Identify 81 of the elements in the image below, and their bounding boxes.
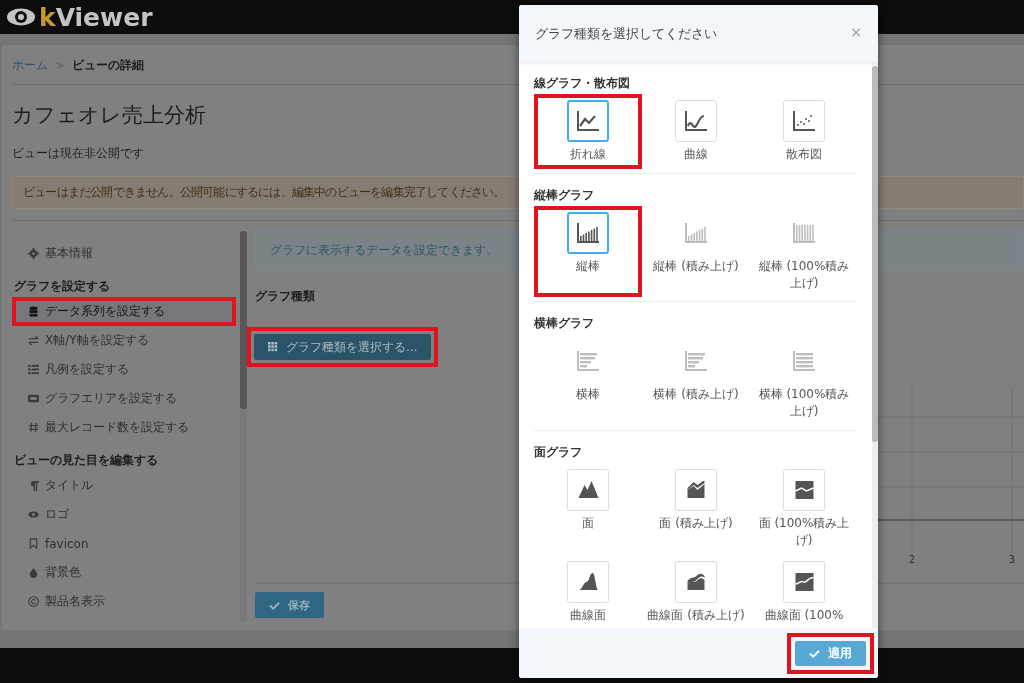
sidebar-item-label: 最大レコード数を設定する bbox=[45, 419, 189, 436]
app-logo: kViewer bbox=[39, 4, 153, 30]
hash-icon bbox=[28, 422, 39, 433]
drop-icon bbox=[28, 567, 39, 578]
breadcrumb-current: ビューの詳細 bbox=[72, 57, 145, 74]
sidebar-item[interactable]: データ系列を設定する bbox=[16, 301, 232, 322]
chart-type-label: 面 (積み上げ) bbox=[659, 515, 733, 532]
dialog-title: グラフ種類を選択してください bbox=[535, 25, 717, 43]
area-chart-icon bbox=[793, 481, 815, 499]
chart-type-label: 面 (100%積み上げ) bbox=[757, 515, 851, 549]
close-button[interactable]: × bbox=[850, 25, 862, 39]
sidebar-item-label: favicon bbox=[45, 536, 89, 551]
section-heading: 縦棒グラフ bbox=[534, 186, 595, 204]
sidebar-item-label: X軸/Y軸を設定する bbox=[45, 332, 149, 349]
field-label: グラフ種類 bbox=[255, 288, 315, 305]
section-heading: 面グラフ bbox=[534, 444, 583, 461]
grid-icon bbox=[268, 342, 278, 352]
chart-type-label: 曲線面 (100% bbox=[764, 606, 844, 624]
sidebar-item-label: 背景色 bbox=[45, 564, 81, 581]
axis-tick-label: 2 bbox=[908, 554, 916, 565]
sidebar-item[interactable]: favicon bbox=[16, 533, 232, 554]
chart-type-label: 横棒 (100%積み上げ) bbox=[757, 386, 851, 420]
sidebar-item[interactable]: 最大レコード数を設定する bbox=[16, 417, 232, 438]
scrollbar[interactable] bbox=[872, 62, 878, 628]
sidebar-item[interactable]: 基本情報 bbox=[16, 243, 232, 264]
swap-arrows-icon bbox=[28, 335, 39, 346]
area-chart-icon bbox=[577, 572, 599, 591]
section-heading: 横棒グラフ bbox=[534, 315, 595, 333]
chart-type-label: 折れ線 bbox=[570, 146, 606, 163]
chart-type-label: 横棒 (積み上げ) bbox=[653, 386, 739, 404]
scatter-chart-icon bbox=[791, 108, 817, 134]
breadcrumb-link[interactable]: ホーム bbox=[12, 57, 48, 74]
sidebar-item-label: 凡例を設定する bbox=[45, 361, 129, 378]
area-chart-icon bbox=[793, 572, 815, 591]
sidebar-item[interactable]: X軸/Y軸を設定する bbox=[16, 330, 232, 351]
chart-type-tile[interactable] bbox=[567, 211, 609, 254]
check-icon bbox=[269, 599, 280, 611]
sidebar-item[interactable]: ロゴ bbox=[16, 504, 232, 525]
chart-type-label: 曲線面 bbox=[570, 606, 606, 624]
sidebar-item-label: 基本情報 bbox=[45, 245, 93, 262]
list-icon bbox=[28, 364, 39, 375]
frame-icon bbox=[28, 393, 39, 404]
sidebar-item[interactable]: グラフエリアを設定する bbox=[16, 388, 232, 409]
check-icon bbox=[809, 647, 820, 659]
eye-icon bbox=[28, 509, 39, 520]
select-chart-type-button[interactable]: グラフ種類を選択する... bbox=[254, 334, 432, 360]
copyright-icon bbox=[28, 596, 39, 607]
sidebar-item-label: 製品名表示 bbox=[45, 593, 105, 610]
bookmark-icon bbox=[28, 538, 39, 549]
chart-type-label: 散布図 bbox=[786, 146, 822, 163]
sidebar-item-label: タイトル bbox=[45, 477, 93, 494]
chart-type-label: 曲線面 (積み上げ) bbox=[647, 606, 745, 624]
chart-type-tile[interactable] bbox=[567, 100, 609, 142]
area-chart-icon bbox=[577, 481, 599, 499]
scrollbar[interactable] bbox=[240, 231, 247, 622]
axis-tick-label: 3 bbox=[1008, 554, 1016, 565]
apply-button[interactable]: 適用 bbox=[795, 640, 866, 666]
sidebar-item-label: データ系列を設定する bbox=[45, 303, 165, 320]
sidebar-heading: ビューの見た目を編集する bbox=[13, 452, 159, 469]
status-text: ビューは現在非公開です bbox=[12, 145, 144, 162]
sidebar-heading: グラフを設定する bbox=[13, 278, 111, 295]
curve-chart-icon bbox=[683, 108, 709, 134]
save-button[interactable]: 保存 bbox=[255, 592, 324, 618]
breadcrumb-separator: > bbox=[56, 60, 65, 71]
chart-type-label: 面 bbox=[582, 515, 594, 532]
chart-type-label: 曲線 bbox=[684, 146, 708, 163]
sidebar-item[interactable]: 背景色 bbox=[16, 562, 232, 583]
sidebar-item-label: グラフエリアを設定する bbox=[45, 390, 177, 407]
sidebar-item[interactable]: 製品名表示 bbox=[16, 591, 232, 612]
chart-type-label: 横棒 bbox=[576, 386, 600, 404]
area-chart-icon bbox=[685, 572, 707, 591]
eye-logo-icon bbox=[6, 7, 36, 27]
sidebar-item[interactable]: 凡例を設定する bbox=[16, 359, 232, 380]
area-chart-icon bbox=[685, 481, 707, 499]
section-heading: 線グラフ・散布図 bbox=[534, 75, 631, 92]
sidebar-item[interactable]: タイトル bbox=[16, 475, 232, 496]
database-icon bbox=[28, 306, 39, 317]
paragraph-icon bbox=[28, 480, 39, 491]
page-title: カフェオレ売上分析 bbox=[12, 102, 206, 129]
line-chart-icon bbox=[575, 108, 601, 134]
sidebar-item-label: ロゴ bbox=[45, 506, 69, 523]
